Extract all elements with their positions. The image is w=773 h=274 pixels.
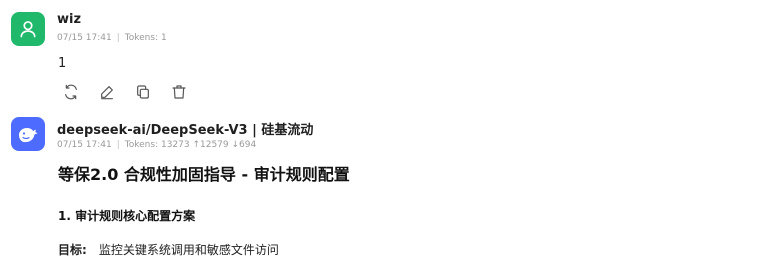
meta-separator: | — [116, 140, 120, 150]
response-subheading: 1. 审计规则核心配置方案 — [58, 209, 196, 223]
user-icon — [20, 21, 36, 38]
user-message-text: 1 — [58, 56, 67, 71]
assistant-name: deepseek-ai/DeepSeek-V3 | 硅基流动 — [57, 123, 314, 138]
user-timestamp: 07/15 17:41 — [57, 33, 112, 43]
pencil-icon — [101, 86, 113, 100]
edit-button[interactable] — [98, 83, 116, 101]
assistant-tokens: Tokens: 13273 ↑12579 ↓694 — [124, 140, 257, 150]
regenerate-button[interactable] — [62, 83, 80, 101]
assistant-meta: 07/15 17:41 | Tokens: 13273 ↑12579 ↓694 — [57, 140, 256, 150]
assistant-avatar — [11, 117, 45, 151]
refresh-icon — [65, 84, 77, 100]
copy-icon — [137, 85, 149, 99]
whale-icon — [19, 128, 38, 143]
delete-button[interactable] — [170, 83, 188, 101]
goal-text: 监控关键系统调用和敏感文件访问 — [98, 243, 279, 257]
assistant-timestamp: 07/15 17:41 — [57, 140, 112, 150]
user-avatar — [11, 12, 45, 46]
message-actions — [62, 83, 188, 101]
trash-icon — [172, 85, 186, 99]
user-tokens: Tokens: 1 — [124, 33, 167, 43]
goal-label: 目标: — [58, 243, 87, 257]
user-name: wiz — [57, 12, 82, 27]
meta-separator: | — [116, 33, 120, 43]
response-goal: 目标: 监控关键系统调用和敏感文件访问 — [58, 241, 279, 258]
response-heading: 等保2.0 合规性加固指导 - 审计规则配置 — [58, 165, 350, 184]
user-meta: 07/15 17:41 | Tokens: 1 — [57, 33, 167, 43]
copy-button[interactable] — [134, 83, 152, 101]
